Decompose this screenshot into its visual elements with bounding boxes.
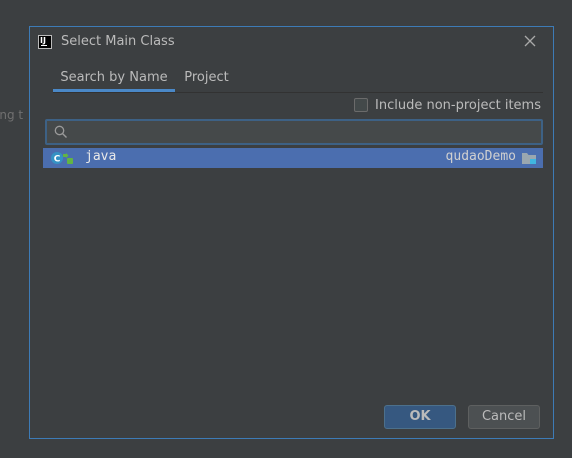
svg-text:C: C — [54, 155, 61, 165]
select-main-class-dialog: IJ Select Main Class Search by Name Proj… — [29, 26, 554, 439]
include-non-project-toggle[interactable]: Include non-project items — [354, 97, 541, 113]
tab-project[interactable]: Project — [178, 67, 235, 91]
module-folder-icon — [521, 151, 537, 165]
search-input[interactable] — [73, 121, 533, 143]
close-icon[interactable] — [523, 34, 537, 48]
dialog-title: Select Main Class — [61, 34, 175, 49]
tab-search-by-name-label: Search by Name — [60, 70, 168, 85]
include-non-project-checkbox[interactable] — [354, 98, 369, 112]
app-icon-text: IJ — [40, 36, 46, 45]
tab-divider — [53, 92, 543, 93]
tab-project-label: Project — [184, 70, 229, 85]
dialog-titlebar: IJ Select Main Class — [30, 27, 553, 57]
intellij-app-icon: IJ — [38, 35, 52, 49]
module-name: qudaoDemo — [445, 149, 516, 164]
search-icon — [54, 125, 68, 139]
results-list: C java qudaoDemo — [43, 148, 543, 168]
tab-search-by-name[interactable]: Search by Name — [53, 67, 175, 91]
background-partial-text: ing t — [0, 108, 24, 122]
search-box — [45, 119, 543, 145]
class-icon: C — [50, 151, 74, 165]
cancel-button[interactable]: Cancel — [468, 405, 540, 429]
ok-button[interactable]: OK — [384, 405, 456, 429]
list-item[interactable]: C java qudaoDemo — [43, 148, 543, 168]
class-name: java — [85, 149, 117, 164]
include-non-project-label: Include non-project items — [375, 97, 541, 113]
